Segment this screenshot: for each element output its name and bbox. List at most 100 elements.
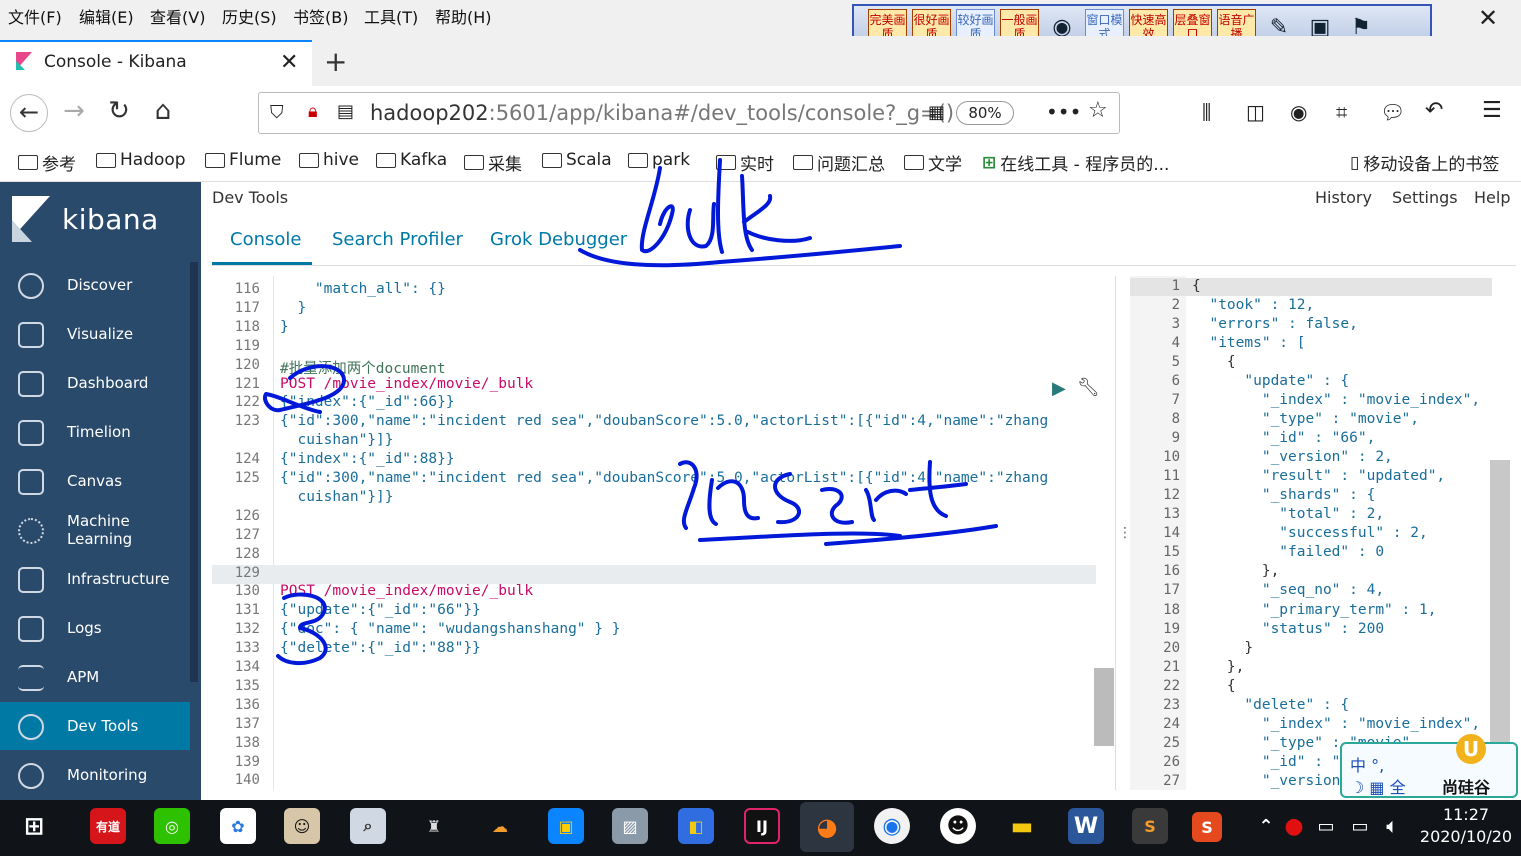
remote-desktop-icon[interactable]: ▣: [548, 808, 584, 844]
back-icon[interactable]: ←: [10, 94, 48, 132]
nav-infrastructure[interactable]: Infrastructure: [0, 555, 190, 603]
editor-code-line[interactable]: {"update":{"_id":"66"}}: [280, 602, 481, 618]
screen-record-icon[interactable]: ☁: [482, 808, 518, 844]
nav-apm[interactable]: APM: [0, 653, 190, 701]
menu-tools[interactable]: 工具(T): [364, 4, 418, 28]
magnifier-app-icon[interactable]: ⌕: [350, 808, 386, 844]
more-actions-icon[interactable]: •••: [1046, 100, 1081, 124]
office-app-icon[interactable]: ◧: [678, 808, 714, 844]
editor-code-line[interactable]: }: [280, 319, 289, 335]
editor-code-line[interactable]: {"doc": { "name": "wudangshanshang" } }: [280, 621, 620, 637]
editor-code-line[interactable]: {"id":300,"name":"incident red sea","dou…: [280, 470, 1048, 486]
image-viewer-icon[interactable]: ▨: [612, 808, 648, 844]
hamburger-menu-icon[interactable]: ☰: [1482, 98, 1502, 123]
bookmark-folder[interactable]: 实时: [716, 150, 774, 175]
mobile-bookmarks[interactable]: ▯ 移动设备上的书签: [1350, 150, 1499, 176]
bookmark-folder[interactable]: hive: [299, 150, 359, 170]
nav-machine-learning[interactable]: Machine Learning: [0, 506, 190, 554]
bookmark-folder[interactable]: Kafka: [376, 150, 447, 170]
chrome-icon[interactable]: ◉: [874, 808, 910, 844]
menu-view[interactable]: 查看(V): [150, 4, 205, 28]
nav-timelion[interactable]: Timelion: [0, 408, 190, 456]
window-close-icon[interactable]: ✕: [1468, 4, 1508, 34]
baidu-netdisk-icon[interactable]: ✿: [220, 808, 256, 844]
chat-icon[interactable]: 💬︎: [1380, 100, 1405, 124]
bookmark-folder[interactable]: 参考: [18, 150, 76, 175]
menu-edit[interactable]: 编辑(E): [79, 4, 134, 28]
editor-code-line[interactable]: {"delete":{"_id":"88"}}: [280, 640, 481, 656]
rocket-app-icon[interactable]: ♜: [416, 808, 452, 844]
bookmark-folder[interactable]: Scala: [542, 150, 612, 170]
system-clock[interactable]: 11:27 2020/10/20: [1416, 804, 1516, 848]
editor-code-line[interactable]: POST /movie_index/movie/_bulk: [280, 376, 533, 392]
qq-icon[interactable]: ☻: [940, 808, 976, 844]
insecure-lock-icon[interactable]: 🔒︎: [308, 101, 318, 122]
menu-help[interactable]: 帮助(H): [435, 4, 492, 28]
bookmark-folder[interactable]: 文学: [904, 150, 962, 175]
settings-link[interactable]: Settings: [1392, 188, 1458, 207]
bookmark-folder[interactable]: 问题汇总: [793, 150, 885, 175]
start-icon[interactable]: ⊞: [16, 808, 52, 844]
request-options-icon[interactable]: 🔧︎: [1077, 377, 1100, 398]
home-icon[interactable]: ⌂: [145, 96, 181, 126]
editor-code-line[interactable]: #批量添加两个document: [280, 357, 446, 378]
nav-dev-tools[interactable]: Dev Tools: [0, 702, 190, 750]
editor-code-line[interactable]: "match_all": {}: [280, 281, 446, 297]
ime-toolbar[interactable]: 中 °, ☽ ▦ 全 U 尚硅谷: [1340, 734, 1518, 798]
editor-code-line[interactable]: cuishan"}]}: [280, 489, 393, 505]
editor-scrollbar[interactable]: [1094, 668, 1114, 746]
tab-search-profiler[interactable]: Search Profiler: [332, 229, 463, 250]
editor-code-line[interactable]: cuishan"}]}: [280, 432, 393, 448]
wechat-icon[interactable]: ◎: [154, 808, 190, 844]
record-dot-icon[interactable]: ●: [1276, 808, 1312, 844]
nav-logs[interactable]: Logs: [0, 604, 190, 652]
response-scrollbar[interactable]: [1490, 460, 1510, 790]
nav-canvas[interactable]: Canvas: [0, 457, 190, 505]
ime-mode[interactable]: 中 °,: [1350, 752, 1384, 776]
bookmark-folder[interactable]: Flume: [205, 150, 281, 170]
youdao-icon[interactable]: 有道: [90, 808, 126, 844]
menu-file[interactable]: 文件(F): [8, 4, 62, 28]
editor-code-line[interactable]: POST /movie_index/movie/_bulk: [280, 583, 533, 599]
ime-settings-icon[interactable]: ☽ ▦ 全: [1350, 774, 1406, 798]
sidebar-scrollbar[interactable]: [190, 262, 198, 682]
history-link[interactable]: History: [1315, 188, 1372, 207]
editor-code-line[interactable]: {"id":300,"name":"incident red sea","dou…: [280, 413, 1048, 429]
editor-code-line[interactable]: {"index":{"_id":88}}: [280, 451, 455, 467]
undo-icon[interactable]: ↶: [1425, 98, 1443, 123]
battery-icon[interactable]: ▭: [1308, 808, 1344, 844]
bookmark-link[interactable]: ⊞ 在线工具 - 程序员的...: [982, 150, 1169, 176]
firefox-icon[interactable]: ◕: [800, 802, 854, 852]
reload-icon[interactable]: ↻: [101, 96, 137, 126]
url-text[interactable]: hadoop202:5601/app/kibana#/dev_tools/con…: [370, 101, 954, 125]
nav-discover[interactable]: Discover: [0, 261, 190, 309]
new-tab-icon[interactable]: +: [324, 45, 347, 78]
menu-history[interactable]: 历史(S): [222, 4, 277, 28]
bookmark-folder[interactable]: 采集: [464, 150, 522, 175]
zoom-level[interactable]: 80%: [956, 101, 1014, 125]
editor-code-line[interactable]: }: [280, 300, 306, 316]
bookmark-folder[interactable]: Hadoop: [96, 150, 186, 170]
help-link[interactable]: Help: [1474, 188, 1510, 207]
volume-icon[interactable]: 🔈︎: [1374, 808, 1410, 844]
nav-monitoring[interactable]: Monitoring: [0, 751, 190, 799]
account-icon[interactable]: ◉: [1290, 100, 1307, 124]
network-icon[interactable]: ▭: [1342, 808, 1378, 844]
nav-dashboard[interactable]: Dashboard: [0, 359, 190, 407]
library-icon[interactable]: ⫼: [1202, 100, 1211, 124]
sublime-icon[interactable]: S: [1132, 808, 1168, 844]
screenshot-icon[interactable]: ⌗: [1336, 100, 1347, 124]
intellij-icon[interactable]: IJ: [744, 808, 780, 844]
file-explorer-icon[interactable]: ▬: [1004, 808, 1040, 844]
bookmark-folder[interactable]: park: [628, 150, 690, 170]
qr-code-icon[interactable]: ▦: [928, 102, 945, 123]
shield-icon[interactable]: ⛉: [270, 102, 284, 123]
bookmark-star-icon[interactable]: ☆: [1088, 98, 1108, 123]
editor-code-line[interactable]: {"index":{"_id":66}}: [280, 394, 455, 410]
tab-grok-debugger[interactable]: Grok Debugger: [490, 229, 627, 250]
forward-icon[interactable]: →: [56, 96, 92, 126]
tab-console[interactable]: Console: [230, 229, 301, 250]
wps-icon[interactable]: S: [1192, 812, 1222, 842]
nav-visualize[interactable]: Visualize: [0, 310, 190, 358]
console-editor[interactable]: [212, 276, 1116, 790]
